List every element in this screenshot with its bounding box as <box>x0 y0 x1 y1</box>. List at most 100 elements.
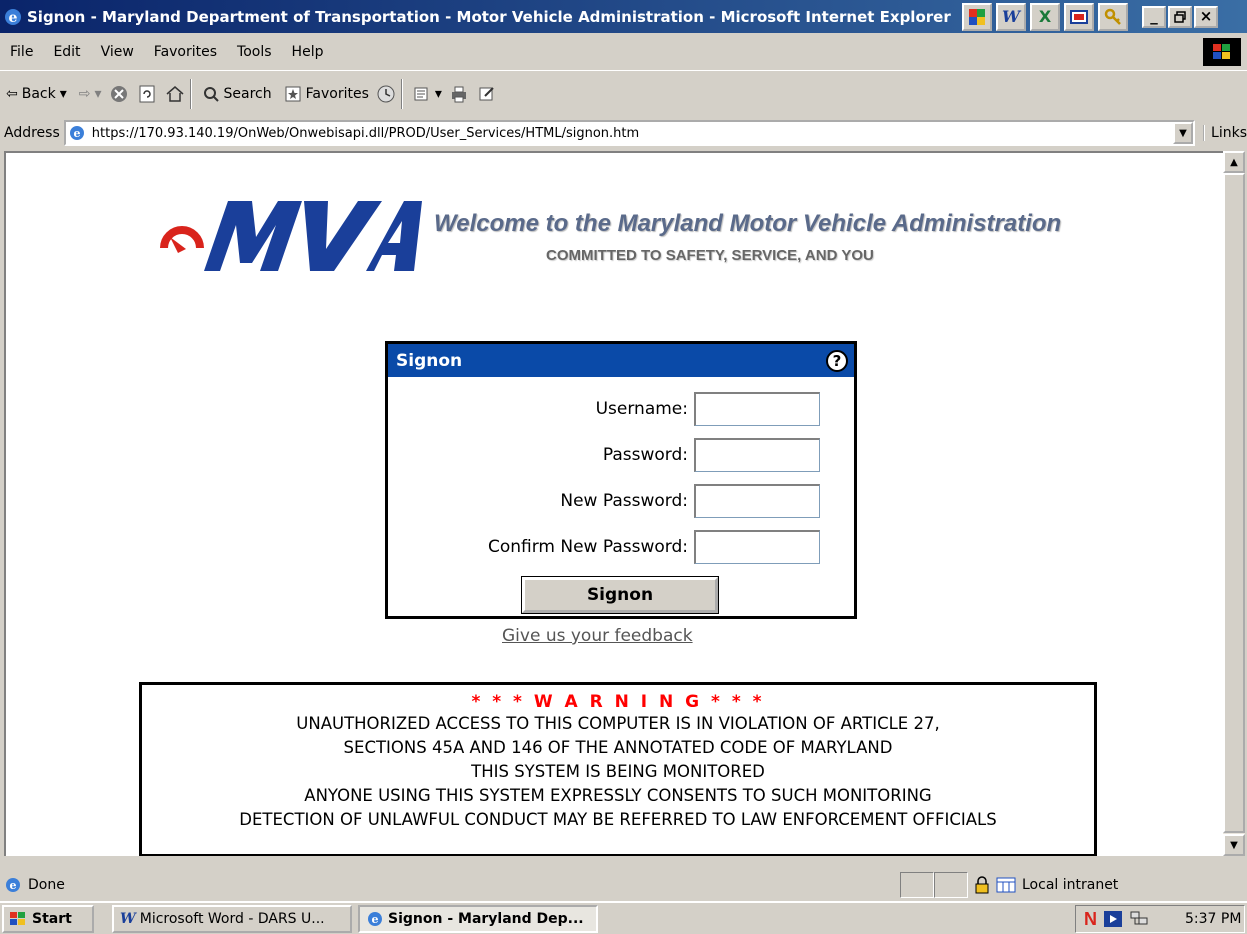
word-icon[interactable]: W <box>996 2 1026 31</box>
signon-button[interactable]: Signon <box>521 576 719 614</box>
powerpoint-icon[interactable] <box>1064 2 1094 31</box>
warning-line: UNAUTHORIZED ACCESS TO THIS COMPUTER IS … <box>296 714 940 733</box>
back-arrow-icon: ⇦ <box>6 85 18 102</box>
status-text-area: e Done <box>0 876 900 894</box>
status-cell <box>934 872 968 898</box>
task-word[interactable]: W Microsoft Word - DARS U... <box>112 904 352 933</box>
search-label: Search <box>223 85 272 102</box>
forward-button[interactable]: ⇨ ▾ <box>73 79 108 109</box>
feedback-link[interactable]: Give us your feedback <box>502 626 693 646</box>
address-input[interactable]: e https://170.93.140.19/OnWeb/Onwebisapi… <box>63 120 1196 146</box>
signon-title: Signon <box>396 350 463 371</box>
scroll-down-icon[interactable]: ▼ <box>1223 834 1245 856</box>
help-icon[interactable]: ? <box>826 349 848 372</box>
standard-toolbar: ⇦ Back ▾ ⇨ ▾ Search Favorites ▾ <box>0 70 1247 116</box>
start-button[interactable]: Start <box>2 904 94 933</box>
edit-icon[interactable] <box>476 83 498 105</box>
search-icon <box>203 86 219 102</box>
confirm-password-label: Confirm New Password: <box>487 537 688 557</box>
search-button[interactable]: Search <box>196 79 278 109</box>
back-label: Back <box>21 85 56 102</box>
ie-window: e Signon - Maryland Department of Transp… <box>0 0 1247 934</box>
window-title: Signon - Maryland Department of Transpor… <box>27 7 951 26</box>
favorites-icon <box>285 86 301 101</box>
task-ie[interactable]: e Signon - Maryland Dep... <box>358 904 598 933</box>
forward-dropdown-icon[interactable]: ▾ <box>95 86 102 102</box>
password-input[interactable] <box>694 438 820 472</box>
office-bar-icon[interactable] <box>962 2 992 31</box>
word-task-icon: W <box>120 910 136 927</box>
username-label: Username: <box>595 399 688 419</box>
stop-icon[interactable] <box>108 83 130 105</box>
warning-line: ANYONE USING THIS SYSTEM EXPRESSLY CONSE… <box>304 786 932 805</box>
warning-line: DETECTION OF UNLAWFUL CONDUCT MAY BE REF… <box>239 810 997 829</box>
menu-edit[interactable]: Edit <box>43 44 90 60</box>
signon-panel: Signon ? Username: Password: New Passwor… <box>385 341 857 619</box>
confirm-password-row: Confirm New Password: <box>488 530 820 564</box>
media-icon[interactable] <box>1103 910 1123 928</box>
confirm-password-input[interactable] <box>694 530 820 564</box>
restore-button[interactable] <box>1168 5 1192 28</box>
scroll-thumb[interactable] <box>1223 173 1245 833</box>
welcome-heading: Welcome to the Maryland Motor Vehicle Ad… <box>434 210 1062 237</box>
page-icon: e <box>69 126 84 140</box>
page-status-icon: e <box>6 878 20 892</box>
network-icon[interactable] <box>1129 910 1149 928</box>
svg-text:e: e <box>372 913 379 926</box>
minimize-button[interactable]: _ <box>1142 5 1166 28</box>
warning-panel: * * * W A R N I N G * * * UNAUTHORIZED A… <box>139 682 1097 856</box>
tagline: COMMITTED TO SAFETY, SERVICE, AND YOU <box>546 247 874 264</box>
address-dropdown-icon[interactable]: ▼ <box>1173 122 1194 144</box>
menu-tools[interactable]: Tools <box>227 44 282 60</box>
system-tray: N 5:37 PM <box>1075 905 1245 933</box>
key-icon[interactable] <box>1098 2 1128 31</box>
vertical-scrollbar[interactable]: ▲ ▼ <box>1223 151 1245 856</box>
address-url: https://170.93.140.19/OnWeb/Onwebisapi.d… <box>91 125 640 141</box>
svg-text:e: e <box>10 879 17 892</box>
mail-icon <box>414 87 428 100</box>
norton-icon[interactable]: N <box>1084 909 1097 930</box>
scroll-up-icon[interactable]: ▲ <box>1223 151 1245 173</box>
toolbar-separator <box>400 78 403 109</box>
taskbar: Start W Microsoft Word - DARS U... e Sig… <box>0 901 1247 934</box>
menu-file[interactable]: File <box>0 44 43 60</box>
menu-help[interactable]: Help <box>282 44 334 60</box>
forward-arrow-icon: ⇨ <box>78 85 91 102</box>
svg-text:e: e <box>73 127 80 140</box>
home-icon[interactable] <box>164 83 186 105</box>
menu-bar: File Edit View Favorites Tools Help <box>0 37 1247 67</box>
window-controls: _ × <box>1142 5 1218 28</box>
warning-title: * * * W A R N I N G * * * <box>471 692 765 712</box>
excel-icon[interactable]: X <box>1030 2 1060 31</box>
status-cell <box>900 872 934 898</box>
status-text: Done <box>28 877 65 893</box>
password-row: Password: <box>603 438 820 472</box>
new-password-input[interactable] <box>694 484 820 518</box>
windows-logo-icon <box>1203 38 1241 66</box>
menu-favorites[interactable]: Favorites <box>144 44 227 60</box>
links-button[interactable]: Links <box>1203 125 1247 141</box>
username-input[interactable] <box>694 392 820 426</box>
task-label: Microsoft Word - DARS U... <box>139 910 325 927</box>
start-label: Start <box>32 910 72 927</box>
status-bar: e Done Local intranet <box>0 870 1247 900</box>
ie-task-icon: e <box>368 911 382 926</box>
clock: 5:37 PM <box>1185 911 1242 927</box>
back-dropdown-icon[interactable]: ▾ <box>60 86 67 102</box>
mail-dropdown-icon[interactable]: ▾ <box>435 86 442 102</box>
warning-line: SECTIONS 45A AND 146 OF THE ANNOTATED CO… <box>343 738 893 757</box>
menu-view[interactable]: View <box>91 44 144 60</box>
history-icon[interactable] <box>375 83 397 105</box>
close-button[interactable]: × <box>1194 5 1218 28</box>
back-button[interactable]: ⇦ Back ▾ <box>0 79 73 109</box>
favorites-button[interactable]: Favorites <box>278 79 375 109</box>
lock-icon <box>975 876 989 894</box>
print-icon[interactable] <box>448 83 470 105</box>
refresh-icon[interactable] <box>136 83 158 105</box>
zone-label: Local intranet <box>1022 877 1119 893</box>
title-bar: e Signon - Maryland Department of Transp… <box>0 0 1247 33</box>
mail-button[interactable]: ▾ <box>407 79 448 109</box>
page-content: Welcome to the Maryland Motor Vehicle Ad… <box>4 151 1223 856</box>
toolbar-separator <box>189 78 192 109</box>
new-password-row: New Password: <box>560 484 820 518</box>
